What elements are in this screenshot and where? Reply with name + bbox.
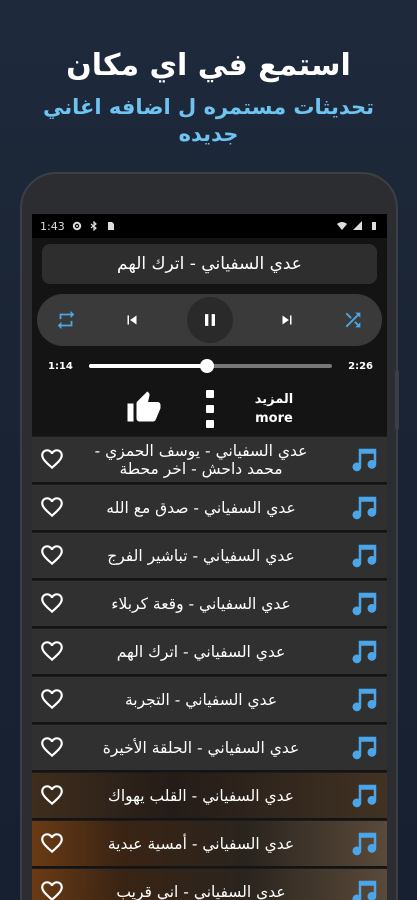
app-screen: 1:43 عدي السفياني - اترك الهم 1:14 2:26 … — [32, 214, 387, 900]
song-title: عدي السفياني - صدق مع الله — [106, 499, 296, 517]
promo-title: استمع في اي مكان — [66, 48, 351, 83]
player-controls — [37, 294, 382, 346]
next-button[interactable] — [276, 309, 298, 331]
music-note-icon — [352, 544, 377, 568]
song-title: عدي السفياني - الحلقة الأخيرة — [102, 739, 300, 757]
more-label-ar: المزيد — [254, 392, 294, 407]
song-row[interactable]: عدي السفياني - القلب يهواك — [32, 772, 387, 818]
song-row[interactable]: عدي السفياني - اترك الهم — [32, 628, 387, 674]
phone-side-button — [395, 370, 399, 430]
status-time: 1:43 — [40, 219, 65, 233]
settings-status-icon — [72, 221, 81, 231]
repeat-button[interactable] — [55, 309, 77, 331]
music-note-icon — [352, 592, 377, 616]
wifi-status-icon — [337, 222, 347, 230]
skip-next-icon — [282, 315, 292, 325]
music-note-icon — [352, 832, 377, 856]
heart-icon[interactable] — [38, 494, 66, 520]
thumbs-up-icon[interactable] — [126, 390, 162, 426]
song-title: عدي السفياني - اني قريب — [116, 883, 286, 900]
song-title: عدي السفياني - وقعة كربلاء — [111, 595, 291, 613]
song-row[interactable]: عدي السفياني - اني قريب — [32, 868, 387, 900]
battery-status-icon — [372, 222, 376, 230]
heart-icon[interactable] — [38, 446, 66, 472]
music-note-icon — [352, 688, 377, 712]
heart-icon[interactable] — [38, 686, 66, 712]
seek-handle[interactable] — [200, 359, 215, 373]
song-title: عدي السفياني - تباشير الفرج — [107, 547, 295, 565]
status-bar: 1:43 — [32, 214, 387, 238]
bluetooth-status-icon — [90, 221, 97, 231]
song-title: عدي السفياني - أمسية عبدية — [107, 835, 295, 853]
now-playing-title: عدي السفياني - اترك الهم — [42, 244, 377, 284]
heart-icon[interactable] — [38, 878, 66, 900]
play-pause-button[interactable] — [186, 297, 233, 343]
seek-track[interactable] — [88, 359, 333, 373]
heart-icon[interactable] — [38, 590, 66, 616]
heart-icon[interactable] — [38, 542, 66, 568]
signal-status-icon — [353, 221, 362, 230]
music-note-icon — [352, 496, 377, 520]
overflow-menu-icon[interactable] — [202, 390, 218, 428]
song-row[interactable]: عدي السفياني - تباشير الفرج — [32, 532, 387, 578]
shuffle-button[interactable] — [342, 309, 364, 331]
song-row[interactable]: عدي السفياني - أمسية عبدية — [32, 820, 387, 866]
song-row[interactable]: عدي السفياني - وقعة كربلاء — [32, 580, 387, 626]
repeat-icon — [57, 310, 75, 330]
elapsed-time: 1:14 — [48, 360, 73, 372]
music-note-icon — [352, 880, 377, 900]
music-note-icon — [352, 640, 377, 664]
heart-icon[interactable] — [38, 782, 66, 808]
music-note-icon — [352, 784, 377, 808]
heart-icon[interactable] — [38, 638, 66, 664]
shuffle-icon — [345, 312, 361, 328]
skip-previous-icon — [127, 315, 137, 325]
previous-button[interactable] — [121, 309, 143, 331]
song-title: عدي السفياني - يوسف الحمزي - محمد داحش -… — [94, 442, 308, 478]
heart-icon[interactable] — [38, 734, 66, 760]
total-duration: 2:26 — [348, 360, 373, 372]
seek-bar: 1:14 2:26 — [32, 356, 387, 376]
more-label-en: more — [255, 411, 293, 426]
more-button[interactable]: المزيد more — [244, 390, 304, 428]
song-row[interactable]: عدي السفياني - التجربة — [32, 676, 387, 722]
promo-subtitle: تحديثات مستمره ل اضافه اغاني جديده — [43, 95, 374, 146]
song-title: عدي السفياني - القلب يهواك — [108, 787, 294, 805]
pause-icon — [204, 314, 215, 326]
seek-progress — [88, 364, 208, 368]
song-title: عدي السفياني - اترك الهم — [116, 643, 286, 661]
sim-status-icon — [107, 222, 114, 230]
music-note-icon — [352, 448, 377, 472]
song-row[interactable]: عدي السفياني - الحلقة الأخيرة — [32, 724, 387, 770]
song-title: عدي السفياني - التجربة — [124, 691, 278, 709]
music-note-icon — [352, 736, 377, 760]
song-row[interactable]: عدي السفياني - صدق مع الله — [32, 484, 387, 530]
song-row[interactable]: عدي السفياني - يوسف الحمزي - محمد داحش -… — [32, 436, 387, 482]
action-bar: المزيد more — [32, 386, 387, 434]
heart-icon[interactable] — [38, 830, 66, 856]
